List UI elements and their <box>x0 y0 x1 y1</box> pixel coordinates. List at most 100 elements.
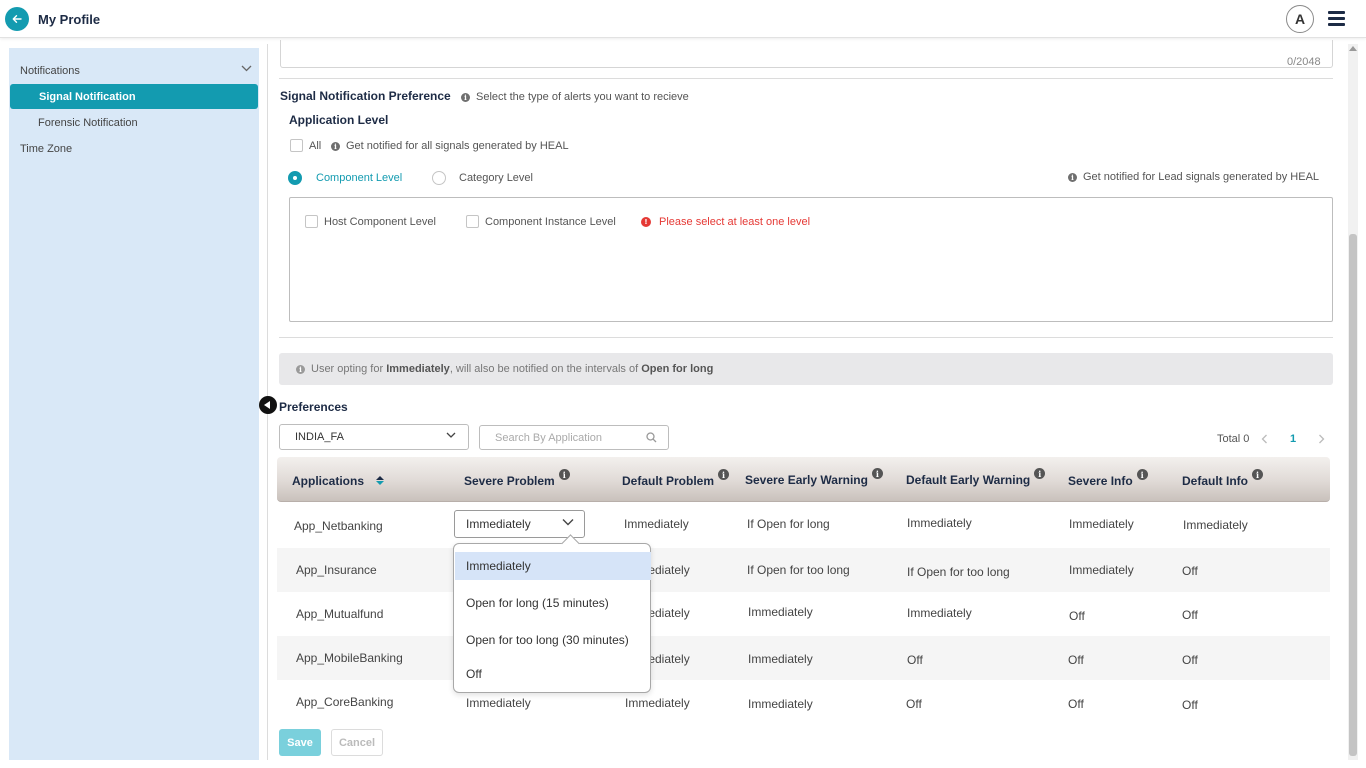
app-name-cell: App_MobileBanking <box>296 651 403 665</box>
info-icon[interactable]: i <box>558 469 570 480</box>
application-level-title: Application Level <box>289 113 389 127</box>
severe-info-cell[interactable]: Off <box>1069 609 1085 623</box>
default-early-warning-cell[interactable]: Off <box>906 697 922 711</box>
app-name-cell: App_Netbanking <box>294 519 383 533</box>
component-level-label: Component Level <box>316 172 403 184</box>
lead-hint: i Get notified for Lead signals generate… <box>1068 171 1319 183</box>
scrollbar-thumb[interactable] <box>1349 234 1357 756</box>
all-hint-text: Get notified for all signals generated b… <box>346 140 569 152</box>
back-button[interactable] <box>5 7 29 31</box>
column-header-default-info: Default Info i <box>1182 469 1263 488</box>
page-scrollbar[interactable] <box>1348 44 1358 760</box>
component-instance-level-checkbox[interactable] <box>466 215 479 228</box>
collapse-sidebar-button[interactable] <box>259 396 277 414</box>
hamburger-menu-button[interactable] <box>1328 11 1345 26</box>
host-component-level-checkbox[interactable] <box>305 215 318 228</box>
dropdown-option-open-for-long[interactable]: Open for long (15 minutes) <box>455 596 651 610</box>
search-application-input[interactable] <box>479 425 669 450</box>
info-icon[interactable]: i <box>1252 469 1263 480</box>
column-header-severe-problem: Severe Problem i <box>464 469 570 488</box>
severe-early-warning-cell[interactable]: If Open for long <box>747 517 830 531</box>
severe-problem-select-value: Immediately <box>466 517 531 531</box>
default-early-warning-cell[interactable]: Off <box>907 653 923 667</box>
category-level-radio[interactable] <box>432 171 446 185</box>
info-icon: i <box>331 141 340 151</box>
column-header-label: Applications <box>292 474 365 488</box>
user-avatar[interactable]: A <box>1286 5 1314 33</box>
cancel-button[interactable]: Cancel <box>331 729 383 756</box>
component-level-box <box>289 197 1333 322</box>
info-icon: i <box>296 364 305 374</box>
severe-info-cell[interactable]: Immediately <box>1069 517 1134 531</box>
component-instance-level-label: Component Instance Level <box>485 216 616 228</box>
description-textarea[interactable] <box>280 40 1333 68</box>
app-header: My Profile A <box>0 0 1366 38</box>
scroll-up-arrow-icon[interactable] <box>1349 46 1357 51</box>
severe-info-cell[interactable]: Off <box>1068 697 1084 711</box>
dropdown-option-open-for-too-long[interactable]: Open for too long (30 minutes) <box>455 633 651 647</box>
info-icon[interactable]: i <box>1136 469 1148 480</box>
banner-text: User opting for Immediately, will also b… <box>311 363 713 375</box>
sort-icon[interactable] <box>376 476 385 485</box>
info-icon[interactable]: i <box>1034 468 1046 479</box>
dropdown-option-off[interactable]: Off <box>455 667 651 681</box>
info-icon: i <box>1068 172 1077 182</box>
info-banner: i User opting for Immediately, will also… <box>279 353 1333 385</box>
current-page[interactable]: 1 <box>1290 433 1296 445</box>
preferences-title: Preferences <box>279 400 348 414</box>
default-problem-cell[interactable]: Immediately <box>624 517 689 531</box>
severe-early-warning-cell[interactable]: If Open for too long <box>747 563 850 577</box>
sidebar: Notifications Signal Notification Forens… <box>9 48 259 760</box>
sidebar-item-notifications[interactable]: Notifications <box>20 65 80 77</box>
divider <box>279 337 1333 338</box>
sidebar-item-forensic-notification[interactable]: Forensic Notification <box>38 117 138 129</box>
account-select[interactable]: INDIA_FA <box>279 424 469 450</box>
column-header-applications[interactable]: Applications <box>292 474 385 488</box>
menu-bar <box>1328 11 1345 14</box>
column-header-severe-info: Severe Info i <box>1068 469 1148 488</box>
default-info-cell[interactable]: Off <box>1182 564 1198 578</box>
chevron-down-icon[interactable] <box>241 65 252 72</box>
default-problem-cell[interactable]: Immediately <box>625 696 690 710</box>
category-level-label: Category Level <box>459 172 533 184</box>
default-early-warning-cell[interactable]: If Open for too long <box>907 565 1010 579</box>
default-early-warning-cell[interactable]: Immediately <box>907 606 972 620</box>
chevron-right-icon[interactable] <box>1318 434 1325 444</box>
chevron-left-icon[interactable] <box>1261 434 1268 444</box>
severe-info-cell[interactable]: Off <box>1068 653 1084 667</box>
column-header-label: Default Problem <box>622 474 715 488</box>
default-info-cell[interactable]: Immediately <box>1183 518 1248 532</box>
menu-bar <box>1328 17 1345 20</box>
app-name-cell: App_CoreBanking <box>296 695 394 709</box>
severe-early-warning-cell[interactable]: Immediately <box>748 605 813 619</box>
default-info-cell[interactable]: Off <box>1182 608 1198 622</box>
all-checkbox[interactable] <box>290 139 303 152</box>
info-icon[interactable]: i <box>871 468 883 479</box>
default-early-warning-cell[interactable]: Immediately <box>907 516 972 530</box>
save-button[interactable]: Save <box>279 729 321 756</box>
all-hint: i Get notified for all signals generated… <box>331 140 569 152</box>
info-icon: i <box>461 92 470 102</box>
column-header-severe-early-warning: Severe Early Warning i <box>745 468 883 487</box>
component-level-radio[interactable] <box>288 171 302 185</box>
default-info-cell[interactable]: Off <box>1182 653 1198 667</box>
severe-early-warning-cell[interactable]: Immediately <box>748 697 813 711</box>
sidebar-item-signal-notification[interactable]: Signal Notification <box>10 84 258 109</box>
char-counter: 0/2048 <box>1287 56 1321 68</box>
search-icon[interactable] <box>646 432 657 443</box>
divider <box>279 78 1333 79</box>
page-title: My Profile <box>38 12 101 27</box>
validation-error-text: Please select at least one level <box>659 216 811 228</box>
banner-middle: , will also be notified on the intervals… <box>449 363 639 375</box>
severe-early-warning-cell[interactable]: Immediately <box>748 652 813 666</box>
info-icon[interactable]: i <box>718 469 730 480</box>
severe-info-cell[interactable]: Immediately <box>1069 563 1134 577</box>
column-header-label: Severe Early Warning <box>745 473 868 487</box>
all-label: All <box>309 140 322 152</box>
column-header-label: Severe Problem <box>464 474 555 488</box>
severe-problem-cell[interactable]: Immediately <box>466 696 531 710</box>
dropdown-option-immediately[interactable]: Immediately <box>455 552 651 580</box>
severe-problem-select[interactable]: Immediately <box>454 510 585 538</box>
default-info-cell[interactable]: Off <box>1182 698 1198 712</box>
sidebar-item-time-zone[interactable]: Time Zone <box>20 143 72 155</box>
